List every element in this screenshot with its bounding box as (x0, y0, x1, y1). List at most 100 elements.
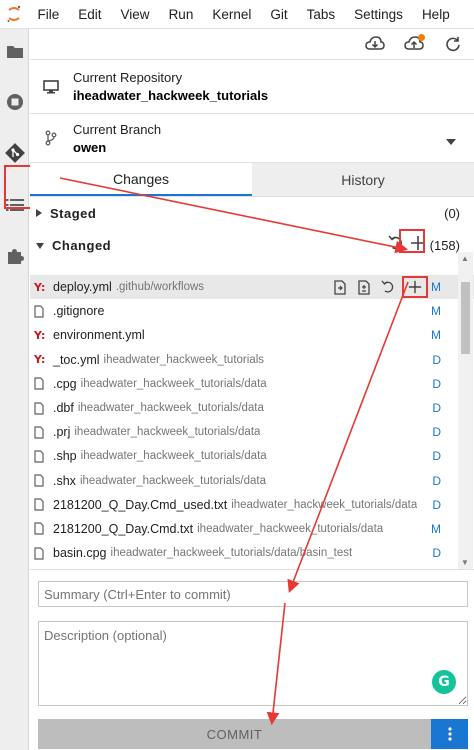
menu-settings[interactable]: Settings (345, 0, 413, 29)
discard-icon[interactable] (378, 277, 398, 297)
scroll-up-icon[interactable]: ▲ (461, 254, 469, 263)
menu-tabs[interactable]: Tabs (297, 0, 345, 29)
file-row[interactable]: 2181200_Q_Day.Cmd_used.txt iheadwater_hac… (30, 493, 474, 517)
tab-changes[interactable]: Changes (30, 163, 252, 196)
commit-button[interactable]: COMMIT (38, 719, 431, 749)
file-row[interactable]: basin.cpg iheadwater_hackweek_tutorials/d… (30, 541, 474, 565)
branch-icon (39, 130, 63, 146)
file-status: M (431, 304, 441, 319)
more-vertical-icon (447, 727, 452, 741)
file-row[interactable]: .gitignore M (30, 299, 474, 323)
file-icon (34, 377, 48, 390)
current-branch[interactable]: Current Branch owen (30, 114, 474, 163)
changed-count: (158) (429, 237, 460, 253)
file-icon (34, 401, 48, 415)
git-toolbar (30, 29, 474, 60)
git-tabs: Changes History (30, 163, 474, 197)
file-name: _toc.yml (53, 352, 100, 367)
plus-icon (408, 280, 422, 294)
file-row[interactable]: .shx iheadwater_hackweek_tutorials/data D (30, 469, 474, 493)
push-icon[interactable] (403, 33, 425, 55)
menu-run[interactable]: Run (159, 0, 203, 29)
menu-file[interactable]: File (28, 0, 69, 29)
file-name: environment.yml (53, 328, 145, 343)
file-name: 2181200_Q_Day.Cmd.txt (53, 521, 194, 536)
folder-icon[interactable] (0, 36, 29, 66)
stage-file-button[interactable] (402, 276, 428, 299)
repository-name: iheadwater_hackweek_tutorials (73, 88, 269, 103)
repository-label: Current Repository (73, 70, 183, 85)
menu-edit[interactable]: Edit (69, 0, 111, 29)
yaml-file-icon: Y: (34, 353, 46, 367)
file-status: D (432, 449, 441, 464)
file-status: M (431, 328, 441, 343)
scrollbar-thumb[interactable] (461, 282, 470, 354)
file-row[interactable]: .cpg iheadwater_hackweek_tutorials/data D (30, 372, 474, 396)
file-row[interactable]: Y: _toc.yml iheadwater_hackweek_tutorials D (30, 348, 474, 372)
file-path: iheadwater_hackweek_tutorials/data (80, 377, 267, 390)
file-row[interactable]: .shp iheadwater_hackweek_tutorials/data D (30, 444, 474, 468)
menu-git[interactable]: Git (261, 0, 297, 29)
git-icon[interactable] (0, 138, 29, 168)
current-repository[interactable]: Current Repository iheadwater_hackweek_t… (30, 60, 474, 114)
grammarly-icon[interactable]: G (432, 670, 456, 694)
file-name: .gitignore (53, 304, 105, 319)
file-name: deploy.yml (53, 280, 112, 295)
pull-icon[interactable] (364, 33, 386, 55)
file-name: .shp (53, 449, 77, 464)
branch-name: owen (73, 139, 107, 155)
staged-title: Staged (50, 205, 97, 221)
stage-all-icon[interactable] (410, 235, 426, 256)
staged-section-header[interactable]: Staged (0) (30, 197, 474, 229)
file-name: .dbf (53, 401, 74, 416)
file-status: D (432, 473, 441, 488)
git-panel: Current Repository iheadwater_hackweek_t… (30, 29, 474, 750)
file-row[interactable]: Y: environment.yml M (30, 323, 474, 347)
toc-icon[interactable] (0, 190, 29, 220)
menu-kernel[interactable]: Kernel (203, 0, 261, 29)
file-path: iheadwater_hackweek_tutorials/data (77, 402, 264, 415)
file-path: iheadwater_hackweek_tutorials/data (231, 498, 418, 511)
discard-all-icon[interactable] (388, 235, 404, 256)
commit-description-input[interactable] (38, 621, 468, 706)
running-icon[interactable] (0, 87, 29, 117)
notification-dot (418, 34, 425, 41)
activity-bar (0, 29, 37, 750)
file-row[interactable]: 2181200_Q_Day.Cmd.txt iheadwater_hackweek… (30, 517, 474, 541)
commit-area: G COMMIT (30, 569, 474, 750)
jupyter-logo-icon (0, 0, 28, 29)
tab-history[interactable]: History (252, 163, 474, 196)
file-icon (34, 305, 48, 318)
scroll-down-icon[interactable]: ▼ (461, 558, 469, 567)
refresh-icon[interactable] (442, 33, 464, 55)
file-row[interactable]: Y: deploy.yml .github/workflows M (30, 275, 474, 300)
menu-view[interactable]: View (111, 0, 159, 29)
chevron-right-icon (36, 204, 42, 222)
file-status: D (432, 401, 441, 416)
caret-down-icon[interactable] (446, 132, 456, 150)
extension-icon[interactable] (0, 241, 29, 271)
staged-count: (0) (444, 205, 460, 221)
yaml-file-icon: Y: (34, 328, 46, 342)
file-name: 2181200_Q_Day.Cmd_used.txt (53, 497, 228, 512)
chevron-down-icon (36, 236, 44, 254)
changed-file-list: Y: deploy.yml .github/workflows M .gitignore… (30, 275, 474, 569)
diff-icon[interactable] (354, 277, 374, 297)
file-path: iheadwater_hackweek_tutorials (103, 353, 265, 366)
menu-help[interactable]: Help (412, 0, 459, 29)
file-icon (34, 547, 48, 560)
commit-summary-input[interactable] (38, 581, 468, 607)
open-file-icon[interactable] (330, 277, 350, 297)
file-row[interactable]: .prj iheadwater_hackweek_tutorials/data D (30, 420, 474, 444)
file-row[interactable]: .dbf iheadwater_hackweek_tutorials/data D (30, 396, 474, 420)
menu-bar: File Edit View Run Kernel Git Tabs Setti… (0, 0, 474, 29)
file-list-scrollbar[interactable]: ▲ ▼ (458, 252, 473, 569)
file-icon (34, 426, 48, 439)
file-path: .github/workflows (115, 281, 205, 294)
file-path: iheadwater_hackweek_tutorials/data (79, 474, 266, 487)
commit-options-button[interactable] (431, 719, 468, 749)
file-status: D (432, 497, 441, 512)
changed-section-header[interactable]: Changed (158) (30, 229, 474, 261)
file-icon (34, 450, 48, 463)
file-name: .shx (53, 473, 76, 488)
